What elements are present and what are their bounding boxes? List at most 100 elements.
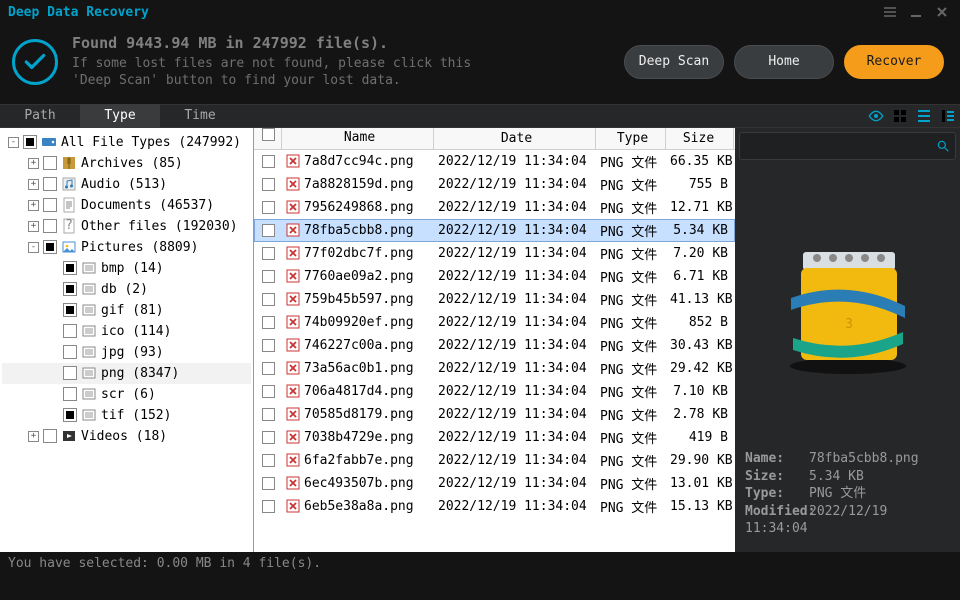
- file-row[interactable]: 74b09920ef.png2022/12/19 11:34:04PNG 文件8…: [254, 311, 735, 334]
- search-box[interactable]: [739, 132, 956, 160]
- tree-item[interactable]: gif (81): [2, 300, 251, 321]
- expand-toggle[interactable]: -: [28, 242, 39, 253]
- tree-checkbox[interactable]: [43, 198, 57, 212]
- file-checkbox[interactable]: [262, 201, 275, 214]
- file-checkbox[interactable]: [262, 155, 275, 168]
- file-row[interactable]: 6fa2fabb7e.png2022/12/19 11:34:04PNG 文件2…: [254, 449, 735, 472]
- select-all-checkbox[interactable]: [262, 128, 275, 141]
- minimize-icon[interactable]: [906, 2, 926, 22]
- tree-checkbox[interactable]: [63, 324, 77, 338]
- expand-toggle[interactable]: +: [28, 158, 39, 169]
- tree-item[interactable]: -All File Types (247992): [2, 132, 251, 153]
- tree-checkbox[interactable]: [63, 261, 77, 275]
- file-row[interactable]: 7a8d7cc94c.png2022/12/19 11:34:04PNG 文件6…: [254, 150, 735, 173]
- file-checkbox[interactable]: [262, 477, 275, 490]
- tree-item[interactable]: +Documents (46537): [2, 195, 251, 216]
- file-row[interactable]: 7760ae09a2.png2022/12/19 11:34:04PNG 文件6…: [254, 265, 735, 288]
- recover-button[interactable]: Recover: [844, 45, 944, 79]
- file-checkbox[interactable]: [262, 362, 275, 375]
- tab-path[interactable]: Path: [0, 104, 80, 128]
- file-row[interactable]: 759b45b597.png2022/12/19 11:34:04PNG 文件4…: [254, 288, 735, 311]
- file-checkbox[interactable]: [262, 385, 275, 398]
- tree-item[interactable]: +Archives (85): [2, 153, 251, 174]
- file-row[interactable]: 6eb5e38a8a.png2022/12/19 11:34:04PNG 文件1…: [254, 495, 735, 518]
- tree-checkbox[interactable]: [63, 408, 77, 422]
- file-row[interactable]: 746227c00a.png2022/12/19 11:34:04PNG 文件3…: [254, 334, 735, 357]
- tree-checkbox[interactable]: [63, 282, 77, 296]
- tree-checkbox[interactable]: [43, 429, 57, 443]
- tree-checkbox[interactable]: [63, 366, 77, 380]
- expand-toggle[interactable]: -: [8, 137, 19, 148]
- file-list: Name Date Type Size 7a8d7cc94c.png2022/1…: [253, 128, 735, 552]
- file-checkbox[interactable]: [262, 339, 275, 352]
- file-row[interactable]: 706a4817d4.png2022/12/19 11:34:04PNG 文件7…: [254, 380, 735, 403]
- home-button[interactable]: Home: [734, 45, 834, 79]
- tree-item[interactable]: tif (152): [2, 405, 251, 426]
- expand-toggle[interactable]: +: [28, 431, 39, 442]
- file-size: 13.01 KB: [666, 476, 734, 491]
- expand-toggle[interactable]: +: [28, 179, 39, 190]
- file-checkbox[interactable]: [262, 224, 275, 237]
- tree-item[interactable]: +?Other files (192030): [2, 216, 251, 237]
- file-row[interactable]: 7956249868.png2022/12/19 11:34:04PNG 文件1…: [254, 196, 735, 219]
- column-checkbox[interactable]: [254, 128, 282, 149]
- expand-toggle[interactable]: +: [28, 221, 39, 232]
- tree-label: Pictures (8809): [81, 240, 198, 255]
- tab-type[interactable]: Type: [80, 104, 160, 128]
- tree-item[interactable]: ico (114): [2, 321, 251, 342]
- file-list-body[interactable]: 7a8d7cc94c.png2022/12/19 11:34:04PNG 文件6…: [254, 150, 735, 552]
- file-checkbox[interactable]: [262, 408, 275, 421]
- tree-checkbox[interactable]: [43, 240, 57, 254]
- tree-item[interactable]: - Pictures (8809): [2, 237, 251, 258]
- column-date[interactable]: Date: [434, 128, 596, 149]
- file-checkbox[interactable]: [262, 316, 275, 329]
- search-icon[interactable]: [931, 134, 955, 158]
- column-size[interactable]: Size: [666, 128, 734, 149]
- file-row[interactable]: 73a56ac0b1.png2022/12/19 11:34:04PNG 文件2…: [254, 357, 735, 380]
- menu-icon[interactable]: [880, 2, 900, 22]
- tree-checkbox[interactable]: [43, 219, 57, 233]
- file-date: 2022/12/19 11:34:04: [434, 453, 596, 468]
- file-checkbox[interactable]: [262, 247, 275, 260]
- tree-checkbox[interactable]: [43, 156, 57, 170]
- tree-item[interactable]: db (2): [2, 279, 251, 300]
- tree-item[interactable]: jpg (93): [2, 342, 251, 363]
- deep-scan-button[interactable]: Deep Scan: [624, 45, 724, 79]
- file-checkbox[interactable]: [262, 454, 275, 467]
- tree-checkbox[interactable]: [23, 135, 37, 149]
- file-checkbox[interactable]: [262, 293, 275, 306]
- search-input[interactable]: [740, 138, 931, 153]
- list-view-icon[interactable]: [912, 104, 936, 128]
- tree-checkbox[interactable]: [63, 303, 77, 317]
- tree-checkbox[interactable]: [63, 387, 77, 401]
- detail-view-icon[interactable]: [936, 104, 960, 128]
- category-tree[interactable]: -All File Types (247992)+Archives (85)+A…: [0, 128, 253, 552]
- tree-checkbox[interactable]: [43, 177, 57, 191]
- file-checkbox[interactable]: [262, 178, 275, 191]
- deleted-file-icon: [286, 499, 300, 513]
- file-row[interactable]: 6ec493507b.png2022/12/19 11:34:04PNG 文件1…: [254, 472, 735, 495]
- file-row[interactable]: 7a8828159d.png2022/12/19 11:34:04PNG 文件7…: [254, 173, 735, 196]
- grid-view-icon[interactable]: [888, 104, 912, 128]
- tree-item[interactable]: +Audio (513): [2, 174, 251, 195]
- preview-toggle-icon[interactable]: [864, 104, 888, 128]
- tab-time[interactable]: Time: [160, 104, 240, 128]
- file-checkbox[interactable]: [262, 270, 275, 283]
- expand-toggle[interactable]: +: [28, 200, 39, 211]
- tree-item[interactable]: scr (6): [2, 384, 251, 405]
- tree-item[interactable]: +Videos (18): [2, 426, 251, 447]
- file-row[interactable]: 78fba5cbb8.png2022/12/19 11:34:04PNG 文件5…: [254, 219, 735, 242]
- file-checkbox[interactable]: [262, 500, 275, 513]
- tree-label: png (8347): [101, 366, 179, 381]
- column-name[interactable]: Name: [282, 128, 434, 149]
- close-icon[interactable]: [932, 2, 952, 22]
- file-row[interactable]: 70585d8179.png2022/12/19 11:34:04PNG 文件2…: [254, 403, 735, 426]
- tree-checkbox[interactable]: [63, 345, 77, 359]
- file-name: 74b09920ef.png: [304, 315, 414, 330]
- file-row[interactable]: 7038b4729e.png2022/12/19 11:34:04PNG 文件4…: [254, 426, 735, 449]
- column-type[interactable]: Type: [596, 128, 666, 149]
- file-row[interactable]: 77f02dbc7f.png2022/12/19 11:34:04PNG 文件7…: [254, 242, 735, 265]
- file-checkbox[interactable]: [262, 431, 275, 444]
- tree-item[interactable]: bmp (14): [2, 258, 251, 279]
- tree-item[interactable]: png (8347): [2, 363, 251, 384]
